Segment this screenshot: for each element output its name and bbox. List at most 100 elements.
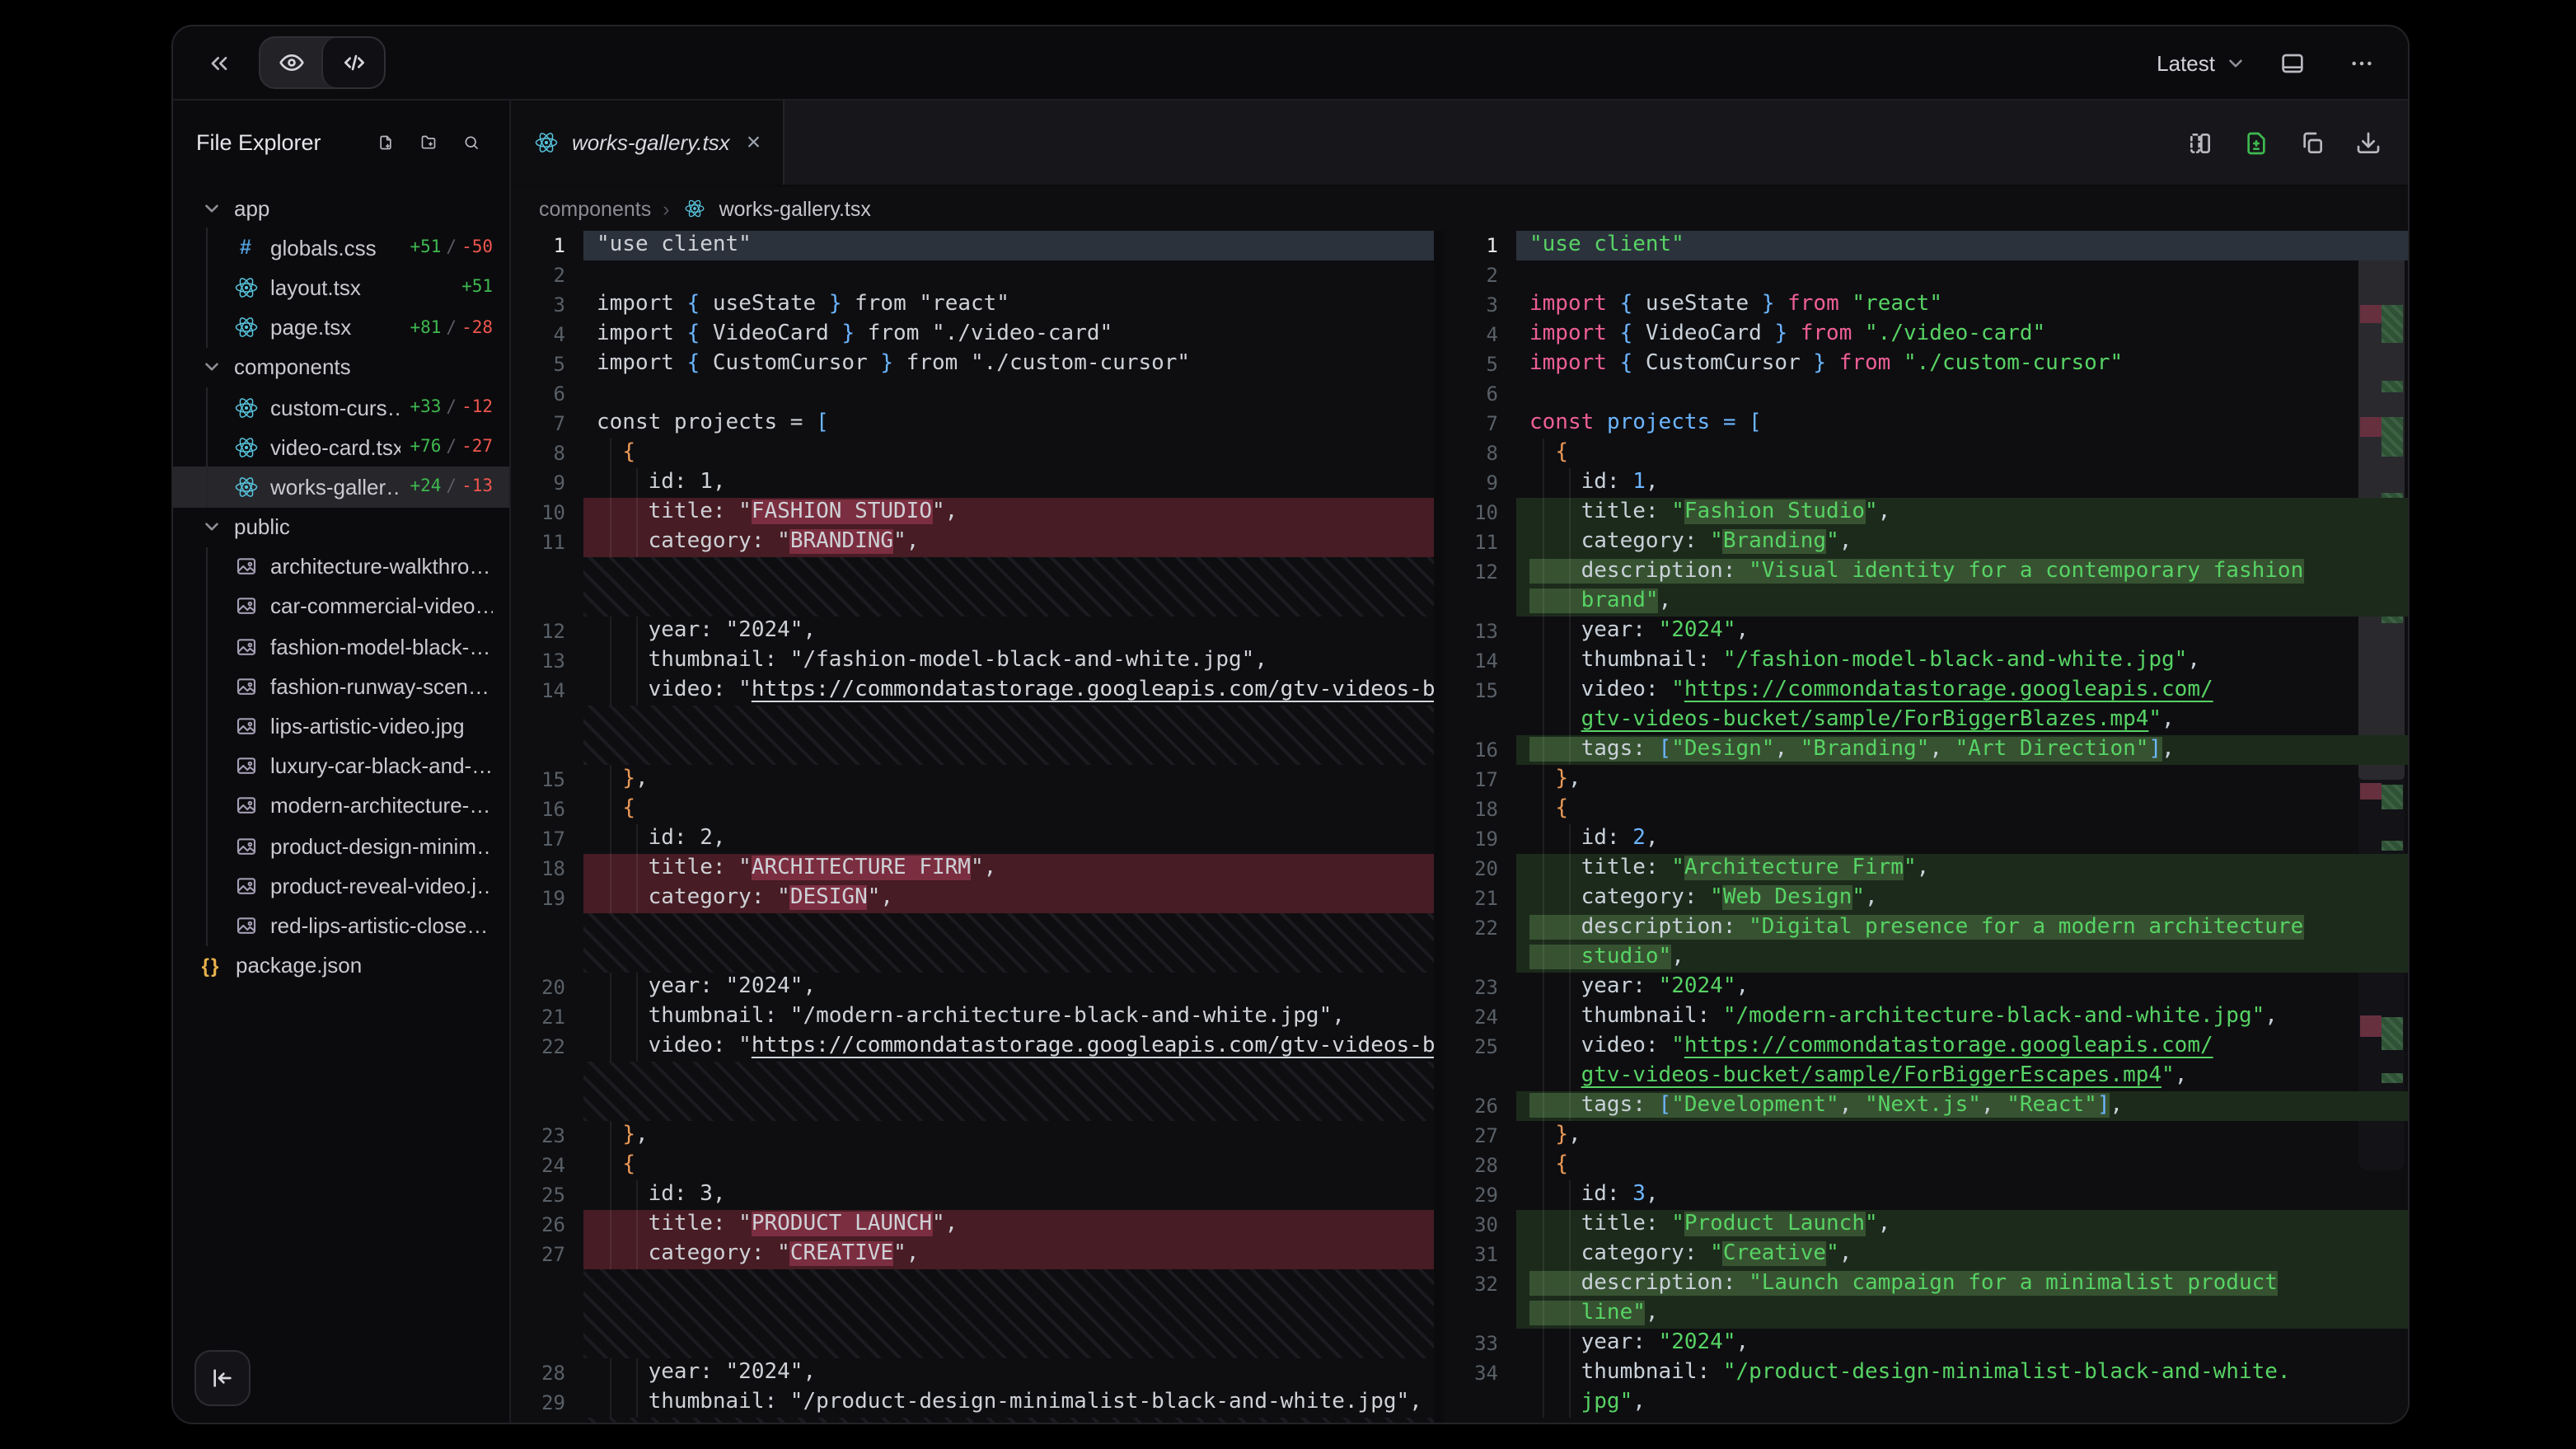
code-text[interactable]: line", [1516,1299,2408,1329]
code-text[interactable]: title: "PRODUCT LAUNCH", [583,1210,1434,1240]
code-text[interactable] [583,379,1434,409]
more-options-button[interactable] [2339,40,2385,86]
code-text[interactable]: category: "CREATIVE", [583,1240,1434,1269]
code-text[interactable]: title: "ARCHITECTURE FIRM", [583,854,1434,884]
code-text[interactable]: thumbnail: "/product-design-minimalist-b… [583,1388,1434,1418]
code-text[interactable]: title: "FASHION STUDIO", [583,498,1434,528]
code-text[interactable]: { [1516,795,2408,824]
sidebar-file-layout.tsx[interactable]: layout.tsx+51 [173,268,509,307]
sidebar-file-lips-artistic-video.jpg[interactable]: lips-artistic-video.jpg [173,706,509,746]
sidebar-file-fashion-runway-scen-[interactable]: fashion-runway-scen… [173,667,509,706]
code-toggle-button[interactable] [321,38,384,87]
code-text[interactable]: video: "https://commondatastorage.google… [1516,1032,2408,1062]
code-text[interactable]: gtv-videos-bucket/sample/ForBiggerEscape… [1516,1062,2408,1091]
code-text[interactable]: id: 1, [583,468,1434,498]
code-text[interactable]: category: "BRANDING", [583,528,1434,557]
code-text[interactable]: id: 2, [583,824,1434,854]
code-text[interactable]: "use client" [583,231,1434,260]
sidebar-folder-components[interactable]: components [173,348,509,387]
code-text[interactable]: const projects = [ [583,409,1434,438]
sidebar-file-globals.css[interactable]: #globals.css+51/-50 [173,227,509,267]
code-text[interactable]: { [1516,1151,2408,1180]
code-text[interactable]: year: "2024", [583,1358,1434,1388]
code-text[interactable]: year: "2024", [583,617,1434,646]
code-text[interactable]: tags: ["Development", "Next.js", "React"… [1516,1091,2408,1121]
collapse-sidebar-button[interactable] [194,1350,251,1406]
code-text[interactable]: description: "Visual identity for a cont… [1516,557,2408,587]
chevron-down-icon[interactable] [199,197,222,218]
split-view-button[interactable] [2177,120,2223,166]
code-text[interactable]: { [1516,438,2408,468]
code-text[interactable]: title: "Fashion Studio", [1516,498,2408,528]
code-text[interactable]: import { CustomCursor } from "./custom-c… [583,349,1434,379]
close-tab-icon[interactable]: × [747,129,761,157]
sidebar-file-product-reveal-video.j-[interactable]: product-reveal-video.j… [173,865,509,905]
code-text[interactable]: "use client" [1516,231,2408,260]
code-text[interactable]: const projects = [ [1516,409,2408,438]
code-text[interactable]: category: "Creative", [1516,1240,2408,1269]
sidebar-file-car-commercial-video-[interactable]: car-commercial-video… [173,587,509,626]
code-text[interactable]: }, [583,1121,1434,1151]
sidebar-file-custom-curs-[interactable]: custom-curs…+33/-12 [173,387,509,427]
code-text[interactable]: year: "2024", [1516,973,2408,1002]
code-text[interactable] [1516,379,2408,409]
code-text[interactable]: year: "2024", [1516,1329,2408,1358]
code-text[interactable]: category: "DESIGN", [583,884,1434,913]
code-text[interactable]: { [583,438,1434,468]
code-text[interactable]: import { useState } from "react" [1516,290,2408,320]
code-text[interactable]: id: 1, [1516,468,2408,498]
sidebar-file-works-galler-[interactable]: works-galler…+24/-13 [173,467,509,507]
code-text[interactable]: brand", [1516,587,2408,617]
code-text[interactable]: thumbnail: "/modern-architecture-black-a… [583,1002,1434,1032]
diff-view-button[interactable] [2233,120,2279,166]
code-text[interactable]: id: 3, [583,1180,1434,1210]
breadcrumb-parent[interactable]: components [539,197,651,220]
code-text[interactable]: category: "Branding", [1516,528,2408,557]
code-text[interactable]: title: "Product Launch", [1516,1210,2408,1240]
code-text[interactable]: studio", [1516,943,2408,973]
code-text[interactable]: title: "Architecture Firm", [1516,854,2408,884]
tab-works-gallery[interactable]: works-gallery.tsx × [511,101,784,185]
sidebar-file-product-design-minim-[interactable]: product-design-minim… [173,826,509,865]
code-text[interactable]: id: 2, [1516,824,2408,854]
code-text[interactable]: thumbnail: "/fashion-model-black-and-whi… [1516,646,2408,676]
code-text[interactable]: tags: ["Design", "Branding", "Art Direct… [1516,735,2408,765]
new-folder-button[interactable] [410,124,447,161]
code-text[interactable]: category: "Web Design", [1516,884,2408,913]
code-text[interactable]: year: "2024", [583,973,1434,1002]
code-text[interactable]: import { useState } from "react" [583,290,1434,320]
code-text[interactable]: import { VideoCard } from "./video-card" [1516,320,2408,349]
code-text[interactable]: }, [583,765,1434,795]
code-text[interactable]: id: 3, [1516,1180,2408,1210]
code-text[interactable]: jpg", [1516,1388,2408,1418]
code-text[interactable]: thumbnail: "/modern-architecture-black-a… [1516,1002,2408,1032]
code-text[interactable]: { [583,795,1434,824]
copy-code-button[interactable] [2289,120,2335,166]
chevron-down-icon[interactable] [199,357,222,378]
code-text[interactable]: }, [1516,1121,2408,1151]
layout-panel-button[interactable] [2269,40,2316,86]
preview-toggle-button[interactable] [260,38,321,87]
code-text[interactable]: thumbnail: "/product-design-minimalist-b… [1516,1358,2408,1388]
collapse-panel-button[interactable] [196,40,242,86]
code-text[interactable]: import { VideoCard } from "./video-card" [583,320,1434,349]
code-text[interactable]: description: "Digital presence for a mod… [1516,913,2408,943]
code-text[interactable]: video: "https://commondatastorage.google… [1516,676,2408,706]
code-text[interactable]: video: "https://commondatastorage.google… [583,1032,1434,1062]
code-text[interactable]: description: "Launch campaign for a mini… [1516,1269,2408,1299]
code-text[interactable] [1516,260,2408,290]
version-selector[interactable]: Latest [2157,50,2246,75]
sidebar-folder-public[interactable]: public [173,507,509,546]
sidebar-file-fashion-model-black-[interactable]: fashion-model-black-… [173,626,509,666]
code-text[interactable]: thumbnail: "/fashion-model-black-and-whi… [583,646,1434,676]
sidebar-file-package.json[interactable]: {}package.json [173,945,509,985]
sidebar-file-page.tsx[interactable]: page.tsx+81/-28 [173,307,509,347]
sidebar-file-video-card.tsx[interactable]: video-card.tsx+76/-27 [173,427,509,467]
search-files-button[interactable] [453,124,489,161]
code-text[interactable]: year: "2024", [1516,617,2408,646]
code-text[interactable]: import { CustomCursor } from "./custom-c… [1516,349,2408,379]
sidebar-file-luxury-car-black-and-[interactable]: luxury-car-black-and-… [173,746,509,785]
code-text[interactable] [583,260,1434,290]
sidebar-file-modern-architecture-[interactable]: modern-architecture-… [173,786,509,826]
sidebar-file-architecture-walkthro-[interactable]: architecture-walkthro… [173,546,509,586]
